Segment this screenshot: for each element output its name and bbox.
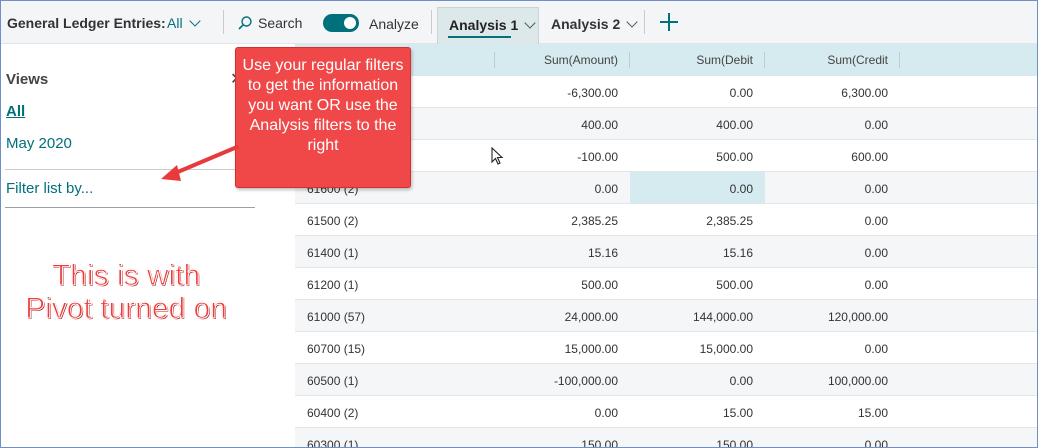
row-key: 60400 (2) bbox=[307, 406, 359, 420]
cell-amount[interactable]: 2,385.25 bbox=[571, 214, 618, 228]
cell-amount[interactable]: 500.00 bbox=[581, 278, 618, 292]
tab-analysis-1-label-wrap: Analysis 1 bbox=[449, 17, 536, 33]
search-icon bbox=[238, 16, 252, 30]
cell-debit[interactable]: 0.00 bbox=[730, 182, 753, 196]
search-button[interactable]: Search bbox=[238, 15, 302, 31]
filter-list-input[interactable]: Filter list by... bbox=[6, 180, 93, 197]
cell-amount[interactable]: 24,000.00 bbox=[565, 310, 618, 324]
cell-amount[interactable]: 15.16 bbox=[588, 246, 618, 260]
cell-debit[interactable]: 500.00 bbox=[716, 150, 753, 164]
app-frame: General Ledger Entries: All Search Analy… bbox=[0, 0, 1038, 448]
callout-note: Use your regular filters to get the info… bbox=[235, 47, 411, 188]
toolbar: General Ledger Entries: All Search Analy… bbox=[1, 1, 1037, 44]
row-key: 61400 (1) bbox=[307, 246, 359, 260]
table-row[interactable]: 60500 (1) -100,000.00 0.00 100,000.00 bbox=[295, 364, 1037, 396]
tab-analysis-1[interactable]: Analysis 1 bbox=[437, 7, 539, 44]
row-key: 60700 (15) bbox=[307, 342, 366, 356]
chevron-down-icon[interactable] bbox=[524, 17, 536, 29]
column-divider bbox=[899, 52, 900, 68]
active-tab-indicator bbox=[448, 36, 511, 38]
column-header-debit[interactable]: Sum(Debit bbox=[696, 53, 753, 67]
cell-credit[interactable]: 0.00 bbox=[865, 342, 888, 356]
row-key: 60300 (1) bbox=[307, 438, 359, 448]
column-divider bbox=[764, 52, 765, 68]
cell-debit[interactable]: 144,000.00 bbox=[693, 310, 753, 324]
cell-credit[interactable]: 0.00 bbox=[865, 246, 888, 260]
cell-debit[interactable]: 15.16 bbox=[723, 246, 753, 260]
toolbar-divider bbox=[431, 10, 432, 34]
toolbar-divider bbox=[223, 10, 224, 34]
cell-debit[interactable]: 2,385.25 bbox=[706, 214, 753, 228]
cell-credit[interactable]: 6,300.00 bbox=[841, 86, 888, 100]
cell-credit[interactable]: 0.00 bbox=[865, 438, 888, 447]
cell-amount[interactable]: 0.00 bbox=[595, 406, 618, 420]
column-divider bbox=[629, 52, 630, 68]
toggle-knob bbox=[344, 17, 356, 29]
toolbar-divider bbox=[644, 10, 645, 34]
cell-amount[interactable]: 400.00 bbox=[581, 118, 618, 132]
column-divider bbox=[494, 52, 495, 68]
filter-dropdown-label: All bbox=[167, 15, 183, 31]
table-row[interactable]: 60700 (15) 15,000.00 15,000.00 0.00 bbox=[295, 332, 1037, 364]
tab-analysis-2-label: Analysis 2 bbox=[551, 16, 621, 32]
row-key: 61200 (1) bbox=[307, 278, 359, 292]
cell-credit[interactable]: 100,000.00 bbox=[828, 374, 888, 388]
cell-amount[interactable]: -6,300.00 bbox=[567, 86, 618, 100]
table-row[interactable]: 61400 (1) 15.16 15.16 0.00 bbox=[295, 236, 1037, 268]
filter-dropdown[interactable]: All bbox=[167, 15, 201, 31]
cell-credit[interactable]: 0.00 bbox=[865, 214, 888, 228]
cell-credit[interactable]: 15.00 bbox=[858, 406, 888, 420]
view-item-all[interactable]: All bbox=[6, 103, 25, 120]
cell-debit[interactable]: 15.00 bbox=[723, 406, 753, 420]
search-label: Search bbox=[258, 15, 303, 31]
cell-credit[interactable]: 0.00 bbox=[865, 118, 888, 132]
tab-analysis-1-label: Analysis 1 bbox=[449, 17, 519, 33]
column-header-credit[interactable]: Sum(Credit bbox=[827, 53, 888, 67]
row-key: 61500 (2) bbox=[307, 214, 359, 228]
cell-credit[interactable]: 600.00 bbox=[851, 150, 888, 164]
cell-amount[interactable]: 150.00 bbox=[581, 438, 618, 447]
table-row[interactable]: 61200 (1) 500.00 500.00 0.00 bbox=[295, 268, 1037, 300]
callout-arrow-icon bbox=[161, 145, 239, 181]
cell-credit[interactable]: 0.00 bbox=[865, 182, 888, 196]
chevron-down-icon[interactable] bbox=[626, 16, 638, 28]
cell-credit[interactable]: 0.00 bbox=[865, 278, 888, 292]
chevron-down-icon bbox=[188, 15, 201, 27]
cell-amount[interactable]: 0.00 bbox=[595, 182, 618, 196]
mouse-cursor-icon bbox=[491, 147, 504, 165]
view-item-may-2020[interactable]: May 2020 bbox=[6, 135, 72, 152]
cell-debit[interactable]: 0.00 bbox=[730, 86, 753, 100]
analyze-toggle[interactable] bbox=[323, 14, 359, 32]
cell-debit[interactable]: 150.00 bbox=[716, 438, 753, 447]
analyze-label: Analyze bbox=[369, 16, 419, 32]
cell-debit[interactable]: 15,000.00 bbox=[700, 342, 753, 356]
cell-debit[interactable]: 400.00 bbox=[716, 118, 753, 132]
input-underline bbox=[5, 207, 255, 208]
cell-amount[interactable]: 15,000.00 bbox=[565, 342, 618, 356]
page-title: General Ledger Entries: bbox=[7, 15, 166, 31]
cell-amount[interactable]: -100.00 bbox=[577, 150, 618, 164]
cell-credit[interactable]: 120,000.00 bbox=[828, 310, 888, 324]
table-row[interactable]: 61000 (57) 24,000.00 144,000.00 120,000.… bbox=[295, 300, 1037, 332]
views-title: Views bbox=[6, 71, 49, 88]
pivot-note: This is with Pivot turned on bbox=[25, 259, 228, 326]
row-key: 61000 (57) bbox=[307, 310, 366, 324]
tab-analysis-2[interactable]: Analysis 2 bbox=[551, 16, 638, 32]
cell-amount[interactable]: -100,000.00 bbox=[554, 374, 618, 388]
table-row[interactable]: 61500 (2) 2,385.25 2,385.25 0.00 bbox=[295, 204, 1037, 236]
row-key: 60500 (1) bbox=[307, 374, 359, 388]
table-row[interactable]: 60300 (1) 150.00 150.00 0.00 bbox=[295, 428, 1037, 448]
cell-debit[interactable]: 500.00 bbox=[716, 278, 753, 292]
cell-debit[interactable]: 0.00 bbox=[730, 374, 753, 388]
table-row[interactable]: 60400 (2) 0.00 15.00 15.00 bbox=[295, 396, 1037, 428]
column-header-amount[interactable]: Sum(Amount) bbox=[544, 53, 618, 67]
add-tab-icon[interactable] bbox=[659, 12, 679, 32]
